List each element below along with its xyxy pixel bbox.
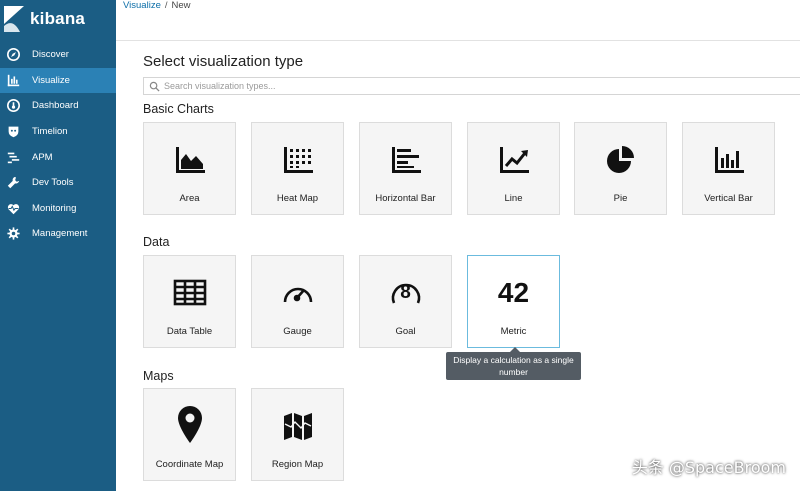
region-map-icon [252,409,343,443]
goal-icon-value: 8 [400,282,411,303]
search-bar [143,77,800,95]
header-divider [116,40,800,41]
viz-card-line[interactable]: Line [467,122,560,215]
sidebar-item-label: Discover [32,49,69,61]
goal-icon: 8 [360,276,451,310]
brand-name: kibana [30,9,86,28]
table-icon [144,276,235,310]
vertical-bar-icon [683,143,774,177]
watermark: 头条 @SpaceBroom [631,458,786,477]
breadcrumb-separator: / [164,0,168,11]
viz-card-label: Area [179,193,200,204]
section-title-data: Data [143,235,170,249]
line-chart-icon [468,143,559,177]
sidebar-item-label: Dashboard [32,100,79,112]
viz-card-region-map[interactable]: Region Map [251,388,344,481]
sidebar-item-dashboard[interactable]: Dashboard [0,93,116,119]
sidebar-item-label: Visualize [32,74,70,86]
sidebar-item-label: Timelion [32,126,68,138]
viz-card-label: Coordinate Map [155,459,224,470]
viz-card-label: Horizontal Bar [375,193,436,204]
gauge-icon [252,276,343,310]
section-title-basic-charts: Basic Charts [143,102,214,116]
viz-card-goal[interactable]: 8 Goal [359,255,452,348]
viz-card-label: Goal [395,326,416,337]
viz-card-label: Pie [613,193,628,204]
sidebar-item-label: Monitoring [32,202,77,214]
sidebar-item-dev-tools[interactable]: Dev Tools [0,170,116,196]
bar-chart-icon [7,74,20,87]
sidebar-item-timelion[interactable]: Timelion [0,119,116,145]
search-icon [149,81,160,92]
viz-card-heat-map[interactable]: Heat Map [251,122,344,215]
sidebar-item-label: Management [32,228,88,240]
sidebar-item-label: APM [32,151,53,163]
apm-icon [7,151,20,164]
viz-card-data-table[interactable]: Data Table [143,255,236,348]
shield-icon [7,125,20,138]
heat-map-icon [252,143,343,177]
sidebar-item-monitoring[interactable]: Monitoring [0,196,116,222]
section-title-maps: Maps [143,369,174,383]
kibana-logo-icon [4,6,24,32]
main-content: Visualize / New Select visualization type … [116,0,800,491]
metric-icon-value: 42 [497,277,530,308]
viz-card-label: Line [504,193,523,204]
viz-card-vertical-bar[interactable]: Vertical Bar [682,122,775,215]
viz-card-label: Region Map [271,459,324,470]
viz-card-label: Gauge [283,326,312,337]
dashboard-icon [7,99,20,113]
viz-card-area[interactable]: Area [143,122,236,215]
page-title: Select visualization type [143,53,304,70]
breadcrumb-current: New [171,0,191,11]
map-pin-icon [144,405,235,445]
viz-card-horizontal-bar[interactable]: Horizontal Bar [359,122,452,215]
breadcrumb-link-visualize[interactable]: Visualize [123,0,161,11]
viz-card-label: Vertical Bar [704,193,753,204]
sidebar-item-visualize[interactable]: Visualize [0,67,116,94]
viz-card-label: Heat Map [276,193,319,204]
viz-card-coordinate-map[interactable]: Coordinate Map [143,388,236,481]
gear-icon [7,227,20,241]
metric-tooltip: Display a calculation as a single number [446,347,581,380]
viz-card-label: Data Table [166,326,213,337]
sidebar: kibana Discover Visualize Dashboard Time… [0,0,116,491]
search-input[interactable] [164,81,764,91]
heartbeat-icon [7,202,20,215]
metric-icon: 42 [468,276,559,310]
breadcrumb: Visualize / New [123,0,191,11]
sidebar-item-label: Dev Tools [32,177,74,189]
sidebar-nav: Discover Visualize Dashboard Timelion AP… [0,42,116,247]
viz-card-gauge[interactable]: Gauge [251,255,344,348]
viz-card-label: Metric [500,326,527,337]
tooltip-arrow [510,347,520,352]
tooltip-text: Display a calculation as a single number [453,355,574,377]
viz-card-pie[interactable]: Pie [574,122,667,215]
sidebar-item-discover[interactable]: Discover [0,42,116,68]
pie-chart-icon [575,143,666,177]
horizontal-bar-icon [360,143,451,177]
sidebar-item-management[interactable]: Management [0,221,116,247]
sidebar-item-apm[interactable]: APM [0,144,116,170]
compass-icon [7,48,20,62]
brand[interactable]: kibana [0,0,116,38]
area-chart-icon [144,143,235,177]
viz-card-metric[interactable]: 42 Metric [467,255,560,348]
wrench-icon [7,176,20,189]
